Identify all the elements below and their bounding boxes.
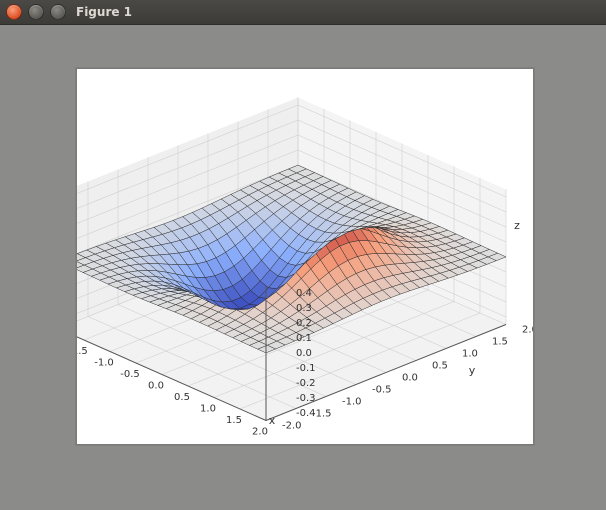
- y-tick: 1.5: [492, 337, 508, 348]
- z-tick: 0.0: [296, 348, 312, 359]
- y-tick: 0.0: [402, 373, 418, 384]
- x-tick: -1.5: [77, 346, 88, 357]
- y-tick: 2.0: [522, 325, 533, 336]
- window-maximize-icon[interactable]: [50, 4, 66, 20]
- x-tick: 0.5: [174, 392, 190, 403]
- figure-canvas[interactable]: -2.0-1.5-1.0-0.50.00.51.01.52.0-2.0-1.5-…: [76, 68, 534, 445]
- window-title-bar[interactable]: Figure 1: [0, 0, 606, 25]
- x-tick: 0.0: [148, 381, 164, 392]
- x-tick: 1.0: [200, 404, 216, 415]
- window-close-icon[interactable]: [6, 4, 22, 20]
- x-tick: -1.0: [94, 358, 114, 369]
- y-tick: 0.5: [432, 361, 448, 372]
- desktop-background: Figure 1 -2.0 -1.5 -1.0 -0.5 0.0 0.5 1.0 1.5 2.0…: [0, 0, 606, 510]
- window-title: Figure 1: [76, 5, 132, 19]
- y-tick: -0.5: [372, 385, 392, 396]
- z-tick: -0.2: [296, 378, 316, 389]
- z-tick: -0.3: [296, 393, 316, 404]
- y-axis-label: y: [469, 364, 476, 377]
- x-axis-label: x: [269, 414, 276, 427]
- x-tick: 1.5: [226, 415, 242, 426]
- z-tick: -0.4: [296, 408, 316, 419]
- z-tick: 0.2: [296, 318, 312, 329]
- z-tick: 0.3: [296, 303, 312, 314]
- svg-text:2.0: 2.0: [252, 427, 268, 438]
- window-minimize-icon[interactable]: [28, 4, 44, 20]
- z-tick: -0.1: [296, 363, 316, 374]
- z-axis-label: z: [514, 219, 520, 232]
- y-tick: -2.0: [282, 421, 302, 432]
- z-tick: 0.4: [296, 288, 312, 299]
- y-tick: 1.0: [462, 349, 478, 360]
- y-tick: -1.0: [342, 397, 362, 408]
- z-tick: 0.1: [296, 333, 312, 344]
- x-tick: -0.5: [120, 369, 140, 380]
- axes-3d[interactable]: -2.0-1.5-1.0-0.50.00.51.01.52.0-2.0-1.5-…: [77, 69, 533, 444]
